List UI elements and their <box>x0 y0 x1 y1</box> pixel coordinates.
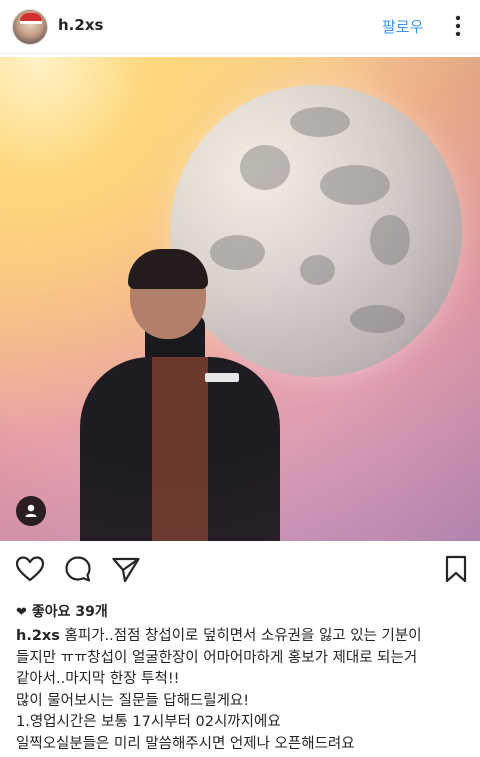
hat-band <box>20 21 42 24</box>
caption-line: 많이 물어보시는 질문들 답해드릴게요! <box>16 692 250 709</box>
caption-username[interactable]: h.2xs <box>16 628 60 644</box>
photo-vignette <box>0 57 480 541</box>
tagged-people-button[interactable] <box>16 496 46 526</box>
caption-line: 1.영업시간은 보통 17시부터 02시까지에요 <box>16 714 281 730</box>
post-photo[interactable] <box>0 57 480 541</box>
more-options-icon[interactable] <box>448 12 468 40</box>
caption-line: 들지만 ㅠㅠ창섭이 얼굴한장이 어마어마하게 홍보가 제대로 되는거 <box>16 649 418 666</box>
likes-count[interactable]: ❤ 좋아요 39개 <box>16 601 108 621</box>
comment-icon[interactable] <box>62 553 94 585</box>
action-bar <box>0 547 480 591</box>
caption-line: 일찍오실분들은 미리 말씀해주시면 언제나 오픈해드려요 <box>16 735 355 752</box>
follow-button[interactable]: 팔로우 <box>382 16 423 37</box>
caption-text: 홈피가..점점 창섭이로 덮히면서 소유권을 잃고 있는 기분이 <box>64 628 422 644</box>
heart-outline-icon[interactable] <box>14 553 46 585</box>
bookmark-icon[interactable] <box>440 553 472 585</box>
person-icon <box>25 504 37 517</box>
post-header: h.2xs 팔로우 <box>0 0 480 54</box>
username[interactable]: h.2xs <box>58 16 103 34</box>
caption-line: 같아서..마지막 한장 투척!! <box>16 671 180 687</box>
post-caption: h.2xs 홈피가..점점 창섭이로 덮히면서 소유권을 잃고 있는 기분이 들… <box>16 626 472 755</box>
heart-filled-icon: ❤ <box>16 605 27 620</box>
caption-line: h.2xs 홈피가..점점 창섭이로 덮히면서 소유권을 잃고 있는 기분이 <box>16 626 472 648</box>
likes-label: 좋아요 39개 <box>31 604 108 620</box>
avatar[interactable] <box>12 9 48 45</box>
direct-share-icon[interactable] <box>110 553 142 585</box>
